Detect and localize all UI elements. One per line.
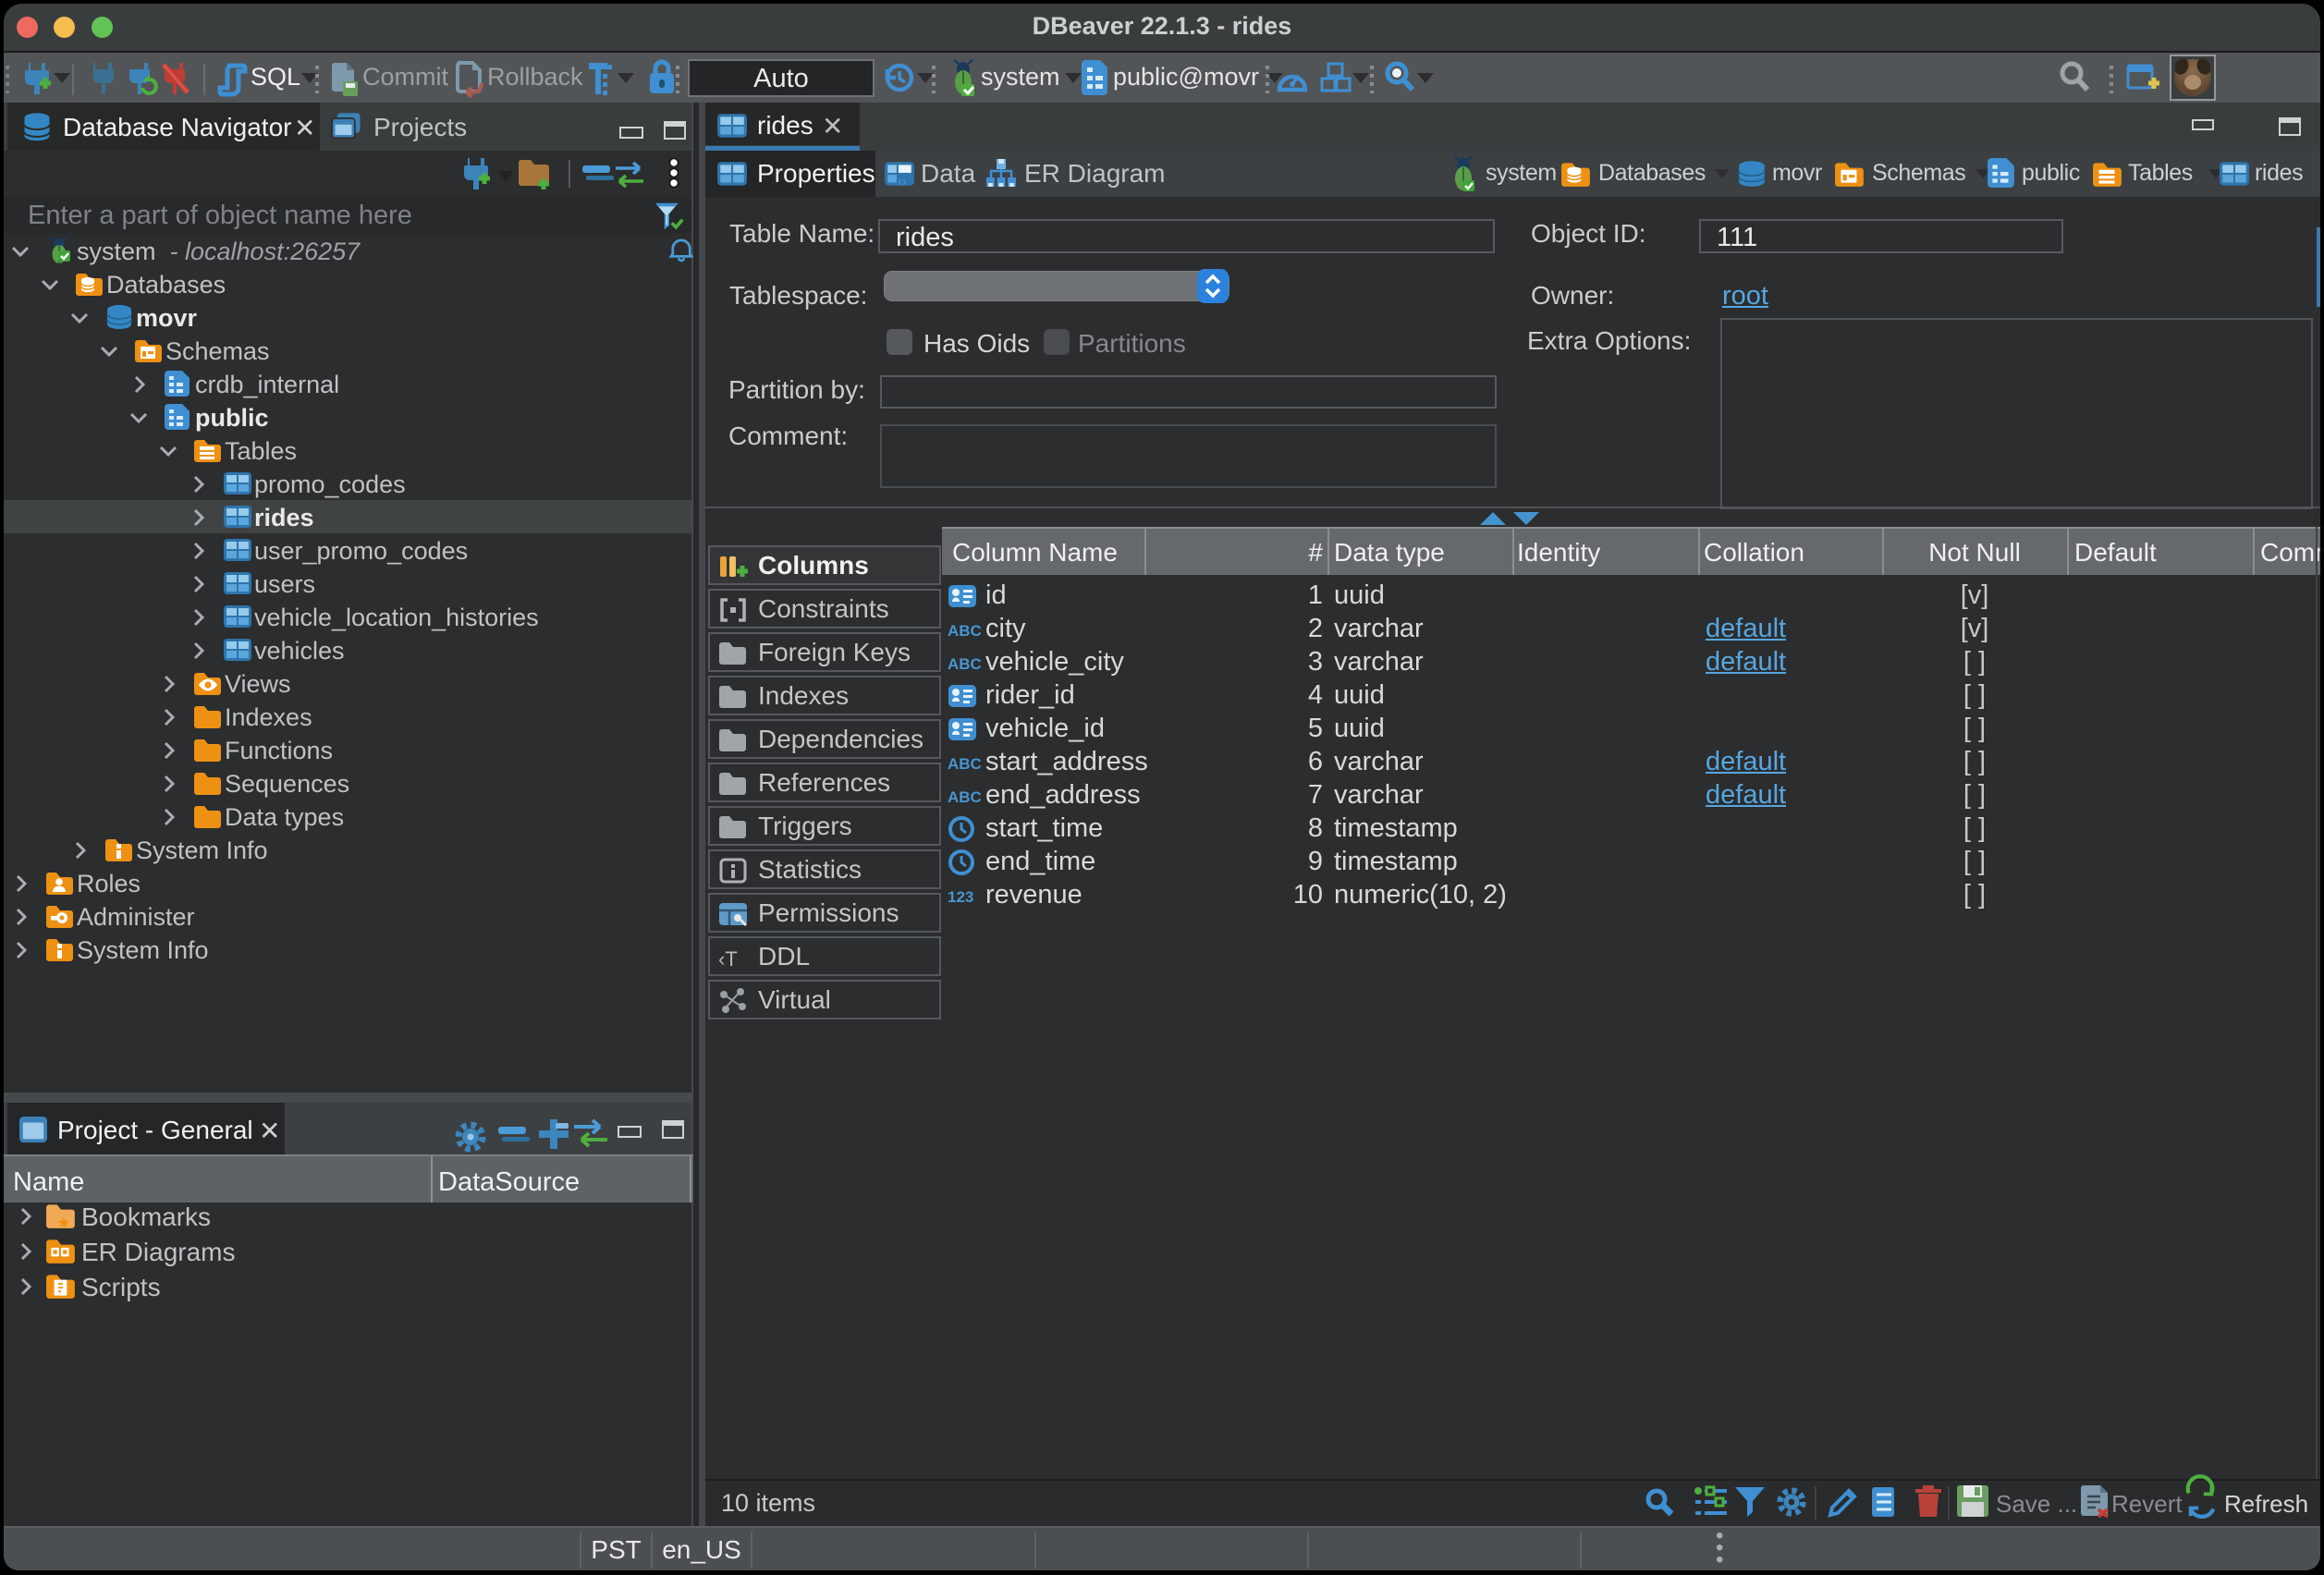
svg-text:ABC: ABC: [948, 755, 982, 773]
svg-text:‹T: ‹T: [718, 947, 738, 971]
svg-text:123: 123: [948, 888, 973, 906]
svg-text:ABC: ABC: [948, 788, 982, 806]
svg-text:ABC: ABC: [948, 655, 982, 673]
svg-text:‹›: ‹›: [898, 175, 907, 189]
svg-text:ABC: ABC: [948, 622, 982, 640]
